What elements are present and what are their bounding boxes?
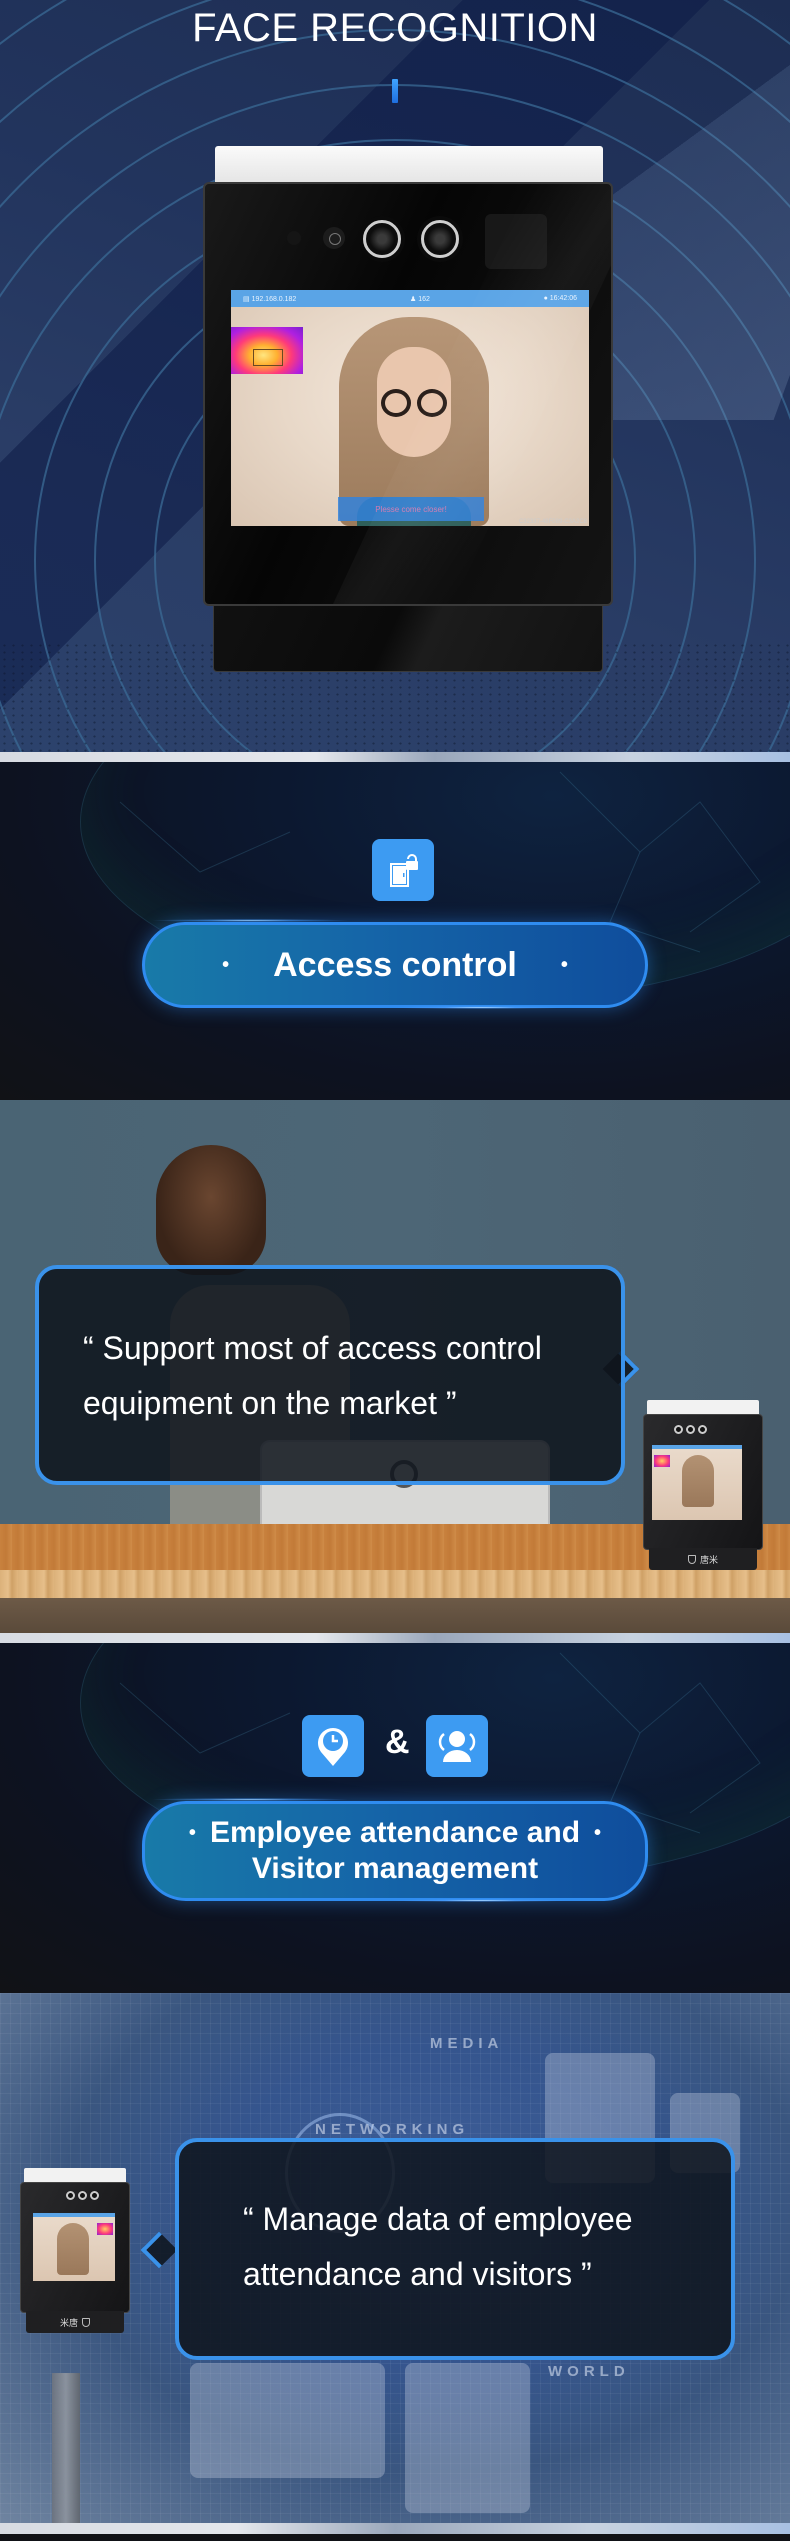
- terminal-screen: [33, 2213, 115, 2281]
- thermal-image-preview: [231, 327, 303, 374]
- terminal-screen: [652, 1445, 742, 1520]
- user-count: ♟ 162: [409, 295, 430, 303]
- hero-section: FACE RECOGNITION ▤ 192.168.0.182 ♟ 162 ●…: [0, 0, 790, 752]
- face-recognition-terminal: ▤ 192.168.0.182 ♟ 162 ● 16:42:06 Plesse …: [203, 146, 613, 676]
- terminal-base: [213, 606, 603, 672]
- feature-quote: “ Support most of access control equipme…: [83, 1330, 542, 1421]
- brand-name: 米唐: [59, 2317, 78, 2328]
- recognition-prompt: Plesse come closer!: [338, 497, 484, 521]
- network-photo-section: MEDIA NETWORKING WORLD 米唐 “ Manage data …: [0, 1993, 790, 2523]
- hud-panel: [405, 2363, 530, 2513]
- feature-quote: “ Manage data of employee attendance and…: [243, 2201, 633, 2292]
- thermal-sensor-window: [485, 214, 547, 269]
- door-lock-icon: [390, 854, 418, 887]
- clock: ● 16:42:06: [543, 295, 577, 302]
- terminal-body: ▤ 192.168.0.182 ♟ 162 ● 16:42:06 Plesse …: [203, 182, 613, 606]
- access-control-label: Access control: [273, 945, 517, 984]
- brand-name: 唐米: [699, 1554, 718, 1565]
- light-glow: [390, 1899, 570, 1902]
- office-photo-section: “ Support most of access control equipme…: [0, 1100, 790, 1633]
- hud-label-world: WORLD: [548, 2363, 630, 2380]
- hud-panel: [190, 2363, 385, 2478]
- terminal-base: 唐米: [649, 1548, 757, 1570]
- access-control-section: • Access control •: [0, 762, 790, 1100]
- ampersand: &: [385, 1723, 410, 1761]
- camera-lens-icon: [421, 220, 459, 258]
- light-glow: [390, 1006, 570, 1009]
- bullet: •: [222, 953, 230, 976]
- brand-shield-icon: [687, 1554, 696, 1564]
- bullet: •: [560, 953, 568, 976]
- desk-terminal: 唐米: [643, 1400, 763, 1570]
- user-count-value: 162: [418, 295, 430, 303]
- title-accent-bar: [392, 79, 398, 103]
- person-face-image: [339, 317, 489, 526]
- page-title: FACE RECOGNITION: [192, 6, 598, 50]
- ir-sensor-icon: [323, 227, 345, 249]
- attendance-badge: • Employee attendance and • Visitor mana…: [142, 1801, 648, 1901]
- brand-shield-icon: [82, 2317, 90, 2327]
- attendance-section: & • Employee attendance and • Visitor ma…: [0, 1643, 790, 1993]
- access-control-tile: [372, 839, 434, 901]
- camera-lens-icon: [363, 220, 401, 258]
- section-divider: [0, 2523, 790, 2534]
- device-id: C32337-48F089-C3A2C8: [518, 519, 587, 525]
- terminal-screen: ▤ 192.168.0.182 ♟ 162 ● 16:42:06 Plesse …: [231, 290, 589, 526]
- speech-bubble: “ Support most of access control equipme…: [35, 1265, 625, 1485]
- visitors-group-icon: [438, 1731, 476, 1762]
- speech-bubble: “ Manage data of employee attendance and…: [175, 2138, 735, 2360]
- location-clock-icon: [318, 1728, 348, 1766]
- bullet: •: [594, 1821, 602, 1844]
- screen-status-bar: ▤ 192.168.0.182 ♟ 162 ● 16:42:06: [231, 290, 589, 307]
- terminal-base: 米唐: [26, 2311, 124, 2333]
- access-control-badge: • Access control •: [142, 922, 648, 1008]
- attendance-tile: [302, 1715, 364, 1777]
- ip-address-value: 192.168.0.182: [251, 295, 297, 303]
- bullet: •: [188, 1821, 196, 1844]
- terminal-pole: [52, 2373, 80, 2523]
- pole-terminal: 米唐: [20, 2168, 130, 2333]
- ip-address: ▤ 192.168.0.182: [243, 295, 297, 303]
- desk-edge: [0, 1570, 790, 1598]
- desk-front: [0, 1598, 790, 1633]
- fill-light-bar: [215, 146, 603, 182]
- section-divider: [0, 1633, 790, 1643]
- light-sensor-icon: [287, 231, 301, 245]
- visitor-tile: [426, 1715, 488, 1777]
- section-divider: [0, 752, 790, 762]
- camera-preview: Plesse come closer! C32337-48F089-C3A2C8: [231, 307, 589, 526]
- attendance-label-line2: Visitor management: [251, 1852, 539, 1885]
- hud-label-media: MEDIA: [430, 2035, 504, 2052]
- attendance-label-line1: Employee attendance and: [209, 1816, 581, 1849]
- clock-value: 16:42:06: [549, 295, 577, 302]
